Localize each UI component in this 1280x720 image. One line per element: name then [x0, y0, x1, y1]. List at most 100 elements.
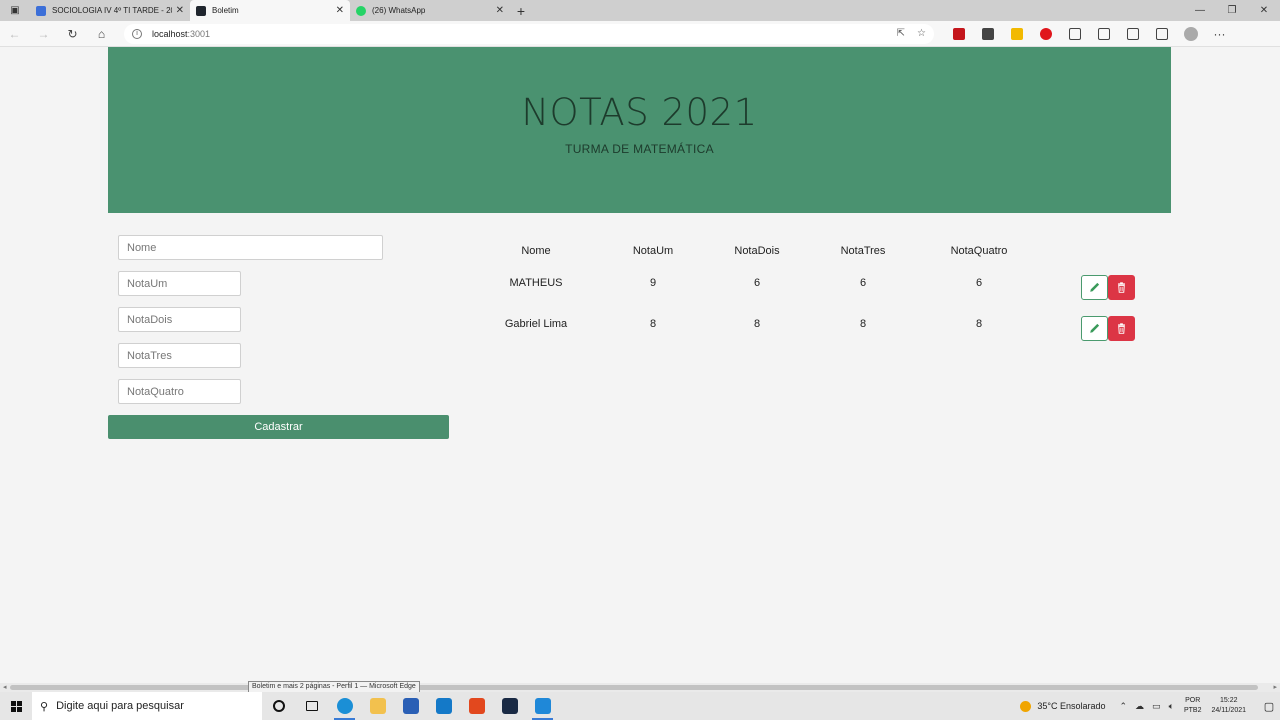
- language-indicator[interactable]: POR PTB2: [1184, 696, 1202, 716]
- search-placeholder: Digite aqui para pesquisar: [56, 700, 184, 712]
- home-icon[interactable]: ⌂: [87, 21, 116, 47]
- url-port: :3001: [187, 28, 211, 39]
- trash-icon: [1118, 282, 1125, 293]
- tray-icons: ⌃ ☁ ▭ 🔈︎: [1120, 701, 1174, 712]
- column-header-nota-tres: NotaTres: [840, 245, 886, 257]
- windows-logo-icon: [10, 700, 22, 712]
- favorites-star-icon[interactable]: ☆: [917, 28, 926, 39]
- nota-tres-input[interactable]: [118, 343, 241, 368]
- horizontal-scrollbar[interactable]: ◂ ▸: [0, 683, 1280, 692]
- forward-icon[interactable]: →: [29, 21, 58, 47]
- windows-taskbar: ⚲ Digite aqui para pesquisar 35°C Ensola…: [0, 692, 1280, 720]
- tab-sociologia[interactable]: SOCIOLOGIA IV 4º TI TARDE - 20 ✕: [30, 0, 190, 21]
- cortana-icon[interactable]: [262, 692, 295, 720]
- tab-favicon: [196, 5, 206, 16]
- cell-nota-quatro: 8: [975, 318, 983, 330]
- browser-tab-bar: ▣ SOCIOLOGIA IV 4º TI TARDE - 20 ✕ Bolet…: [0, 0, 1280, 21]
- cell-nota-quatro: 6: [975, 277, 983, 289]
- close-icon[interactable]: ✕: [176, 5, 184, 16]
- onedrive-icon[interactable]: ☁: [1135, 701, 1144, 712]
- system-tray: 35°C Ensolarado ⌃ ☁ ▭ 🔈︎ POR PTB2 15:22 …: [1020, 692, 1280, 720]
- close-icon[interactable]: ✕: [336, 5, 344, 16]
- task-view-icon[interactable]: [295, 692, 328, 720]
- cell-nota-um: 8: [649, 318, 657, 330]
- nota-quatro-input[interactable]: [118, 379, 241, 404]
- column-header-nome: Nome: [521, 245, 551, 257]
- delete-button[interactable]: [1108, 316, 1135, 341]
- page-title: NOTAS 2021: [521, 91, 758, 134]
- cell-nota-dois: 8: [753, 318, 761, 330]
- start-button[interactable]: [0, 692, 32, 720]
- nome-input[interactable]: [118, 235, 383, 260]
- cell-nota-um: 9: [649, 277, 657, 289]
- notification-icon[interactable]: ▢: [1258, 700, 1280, 713]
- column-header-nota-um: NotaUm: [632, 245, 674, 257]
- address-toolbar: ← → ↻ ⌂ i localhost:3001 ⇱ ☆ ···: [0, 21, 1280, 47]
- cell-nota-tres: 8: [859, 318, 867, 330]
- share-page-icon[interactable]: [1147, 21, 1176, 47]
- puzzle-icon[interactable]: [1060, 21, 1089, 47]
- extension-icon[interactable]: [1002, 21, 1031, 47]
- extensions: ···: [944, 21, 1234, 47]
- edge-taskbar-icon[interactable]: [328, 692, 361, 720]
- back-icon[interactable]: ←: [0, 21, 29, 47]
- tab-favicon: [36, 5, 46, 16]
- tab-title: SOCIOLOGIA IV 4º TI TARDE - 20: [52, 6, 172, 15]
- store-icon[interactable]: [394, 692, 427, 720]
- share-icon[interactable]: ⇱: [897, 28, 905, 39]
- file-explorer-icon[interactable]: [361, 692, 394, 720]
- scrollbar-thumb[interactable]: [10, 685, 1258, 690]
- url-bar[interactable]: i localhost:3001 ⇱ ☆: [124, 23, 934, 44]
- app-icon[interactable]: [493, 692, 526, 720]
- browser-essentials-icon[interactable]: [1118, 21, 1147, 47]
- extension-icon[interactable]: [973, 21, 1002, 47]
- clock-time: 15:22: [1219, 697, 1238, 704]
- nota-um-input[interactable]: [118, 271, 241, 296]
- new-tab-button[interactable]: +: [510, 0, 532, 21]
- tab-boletim[interactable]: Boletim ✕: [190, 0, 350, 21]
- delete-button[interactable]: [1108, 275, 1135, 300]
- nota-dois-input[interactable]: [118, 307, 241, 332]
- network-icon[interactable]: ▭: [1152, 701, 1161, 712]
- close-icon[interactable]: ✕: [496, 5, 504, 16]
- close-window-icon[interactable]: ✕: [1248, 0, 1280, 21]
- opera-extension-icon[interactable]: [1031, 21, 1060, 47]
- pdf-extension-icon[interactable]: [944, 21, 973, 47]
- vscode-icon[interactable]: [526, 692, 559, 720]
- pencil-icon: [1090, 282, 1100, 292]
- tab-title: Boletim: [212, 6, 239, 15]
- cell-nota-tres: 6: [859, 277, 867, 289]
- weather-text[interactable]: 35°C Ensolarado: [1037, 701, 1105, 711]
- tab-favicon: [356, 5, 366, 16]
- more-menu-icon[interactable]: ···: [1205, 21, 1234, 47]
- edit-button[interactable]: [1081, 275, 1108, 300]
- clock[interactable]: 15:22 24/11/2021: [1211, 696, 1246, 716]
- profile-avatar[interactable]: [1176, 21, 1205, 47]
- column-header-nota-quatro: NotaQuatro: [950, 245, 1008, 257]
- volume-icon[interactable]: 🔈︎: [1169, 701, 1174, 712]
- restore-icon[interactable]: ❐: [1216, 0, 1248, 21]
- page-header: NOTAS 2021 TURMA DE MATEMÁTICA: [108, 47, 1171, 213]
- info-icon[interactable]: i: [132, 28, 142, 39]
- edit-button[interactable]: [1081, 316, 1108, 341]
- taskbar-search[interactable]: ⚲ Digite aqui para pesquisar: [32, 692, 262, 720]
- office-icon[interactable]: [460, 692, 493, 720]
- refresh-icon[interactable]: ↻: [58, 21, 87, 47]
- scroll-right-icon[interactable]: ▸: [1273, 683, 1277, 691]
- collections-icon[interactable]: [1089, 21, 1118, 47]
- window-controls: — ❐ ✕: [1184, 0, 1280, 21]
- weather-sun-icon: [1020, 700, 1032, 712]
- chevron-up-icon[interactable]: ⌃: [1120, 701, 1128, 712]
- cell-nome: Gabriel Lima: [504, 318, 568, 330]
- minimize-icon[interactable]: —: [1184, 0, 1216, 21]
- scroll-left-icon[interactable]: ◂: [3, 683, 7, 691]
- tab-actions-icon[interactable]: ▣: [0, 0, 30, 21]
- cell-nota-dois: 6: [753, 277, 761, 289]
- url-host: localhost: [152, 28, 188, 39]
- tab-whatsapp[interactable]: (26) WhatsApp ✕: [350, 0, 510, 21]
- cell-nome: MATHEUS: [509, 277, 563, 289]
- cadastrar-button[interactable]: Cadastrar: [108, 415, 449, 439]
- mail-icon[interactable]: [427, 692, 460, 720]
- trash-icon: [1118, 323, 1125, 334]
- column-header-nota-dois: NotaDois: [734, 245, 780, 257]
